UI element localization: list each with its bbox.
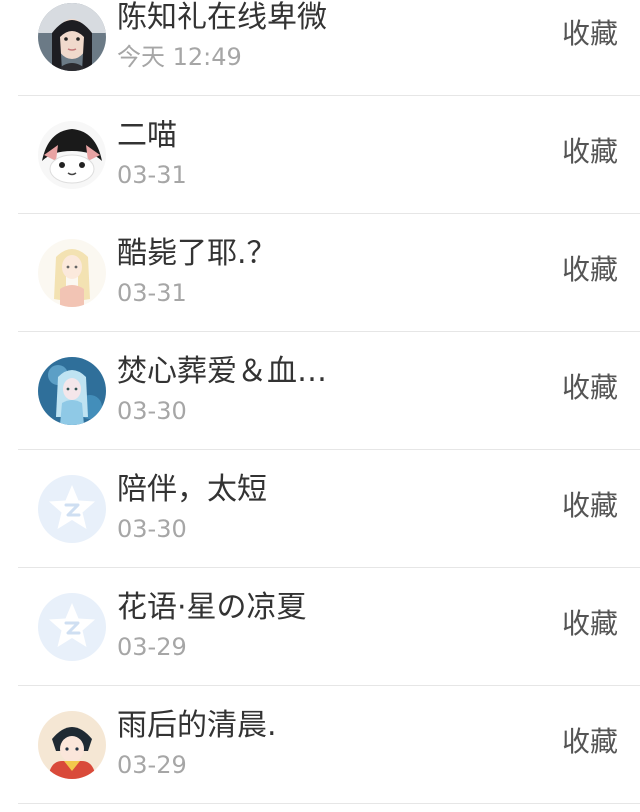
list-item[interactable]: 花语·星の凉夏 03-29 收藏 <box>0 568 640 686</box>
item-name: 二喵 <box>117 118 177 153</box>
list-item[interactable]: 雨后的清晨. 03-29 收藏 <box>0 686 640 804</box>
favorite-button[interactable]: 收藏 <box>562 369 618 407</box>
avatar[interactable] <box>38 711 106 779</box>
list-item[interactable]: 陪伴，太短 03-30 收藏 <box>0 450 640 568</box>
item-name: 焚心葬爱＆血… <box>117 354 327 389</box>
list-item[interactable]: 酷毙了耶.？ 03-31 收藏 <box>0 214 640 332</box>
qzone-default-avatar-icon <box>38 475 106 543</box>
avatar[interactable] <box>38 475 106 543</box>
avatar[interactable] <box>38 593 106 661</box>
anime-girl-avatar-icon <box>38 239 106 307</box>
favorite-button[interactable]: 收藏 <box>562 723 618 761</box>
anime-blue-avatar-icon <box>38 357 106 425</box>
item-date: 03-31 <box>117 161 187 189</box>
item-date: 03-30 <box>117 515 187 543</box>
favorite-button[interactable]: 收藏 <box>562 605 618 643</box>
item-name: 陪伴，太短 <box>117 472 267 507</box>
cat-avatar-icon <box>38 121 106 189</box>
favorite-button[interactable]: 收藏 <box>562 487 618 525</box>
item-date: 03-29 <box>117 751 187 779</box>
item-name: 雨后的清晨. <box>117 708 277 743</box>
avatar[interactable] <box>38 121 106 189</box>
visitor-list: 陈知礼在线卑微 今天 12:49 收藏 二喵 03-31 收藏 酷毙了耶.？ 0… <box>0 0 640 804</box>
item-date: 今天 12:49 <box>117 43 242 71</box>
item-name: 陈知礼在线卑微 <box>117 0 327 35</box>
qzone-default-avatar-icon <box>38 593 106 661</box>
item-date: 03-30 <box>117 397 187 425</box>
item-name: 酷毙了耶.？ <box>117 236 277 271</box>
item-date: 03-29 <box>117 633 187 661</box>
item-date: 03-31 <box>117 279 187 307</box>
list-item[interactable]: 二喵 03-31 收藏 <box>0 96 640 214</box>
list-item[interactable]: 陈知礼在线卑微 今天 12:49 收藏 <box>0 0 640 96</box>
avatar[interactable] <box>38 239 106 307</box>
favorite-button[interactable]: 收藏 <box>562 251 618 289</box>
photo-avatar-icon <box>38 3 106 71</box>
avatar[interactable] <box>38 3 106 71</box>
favorite-button[interactable]: 收藏 <box>562 15 618 53</box>
list-item[interactable]: 焚心葬爱＆血… 03-30 收藏 <box>0 332 640 450</box>
item-name: 花语·星の凉夏 <box>117 590 307 625</box>
favorite-button[interactable]: 收藏 <box>562 133 618 171</box>
anime-boy-avatar-icon <box>38 711 106 779</box>
avatar[interactable] <box>38 357 106 425</box>
